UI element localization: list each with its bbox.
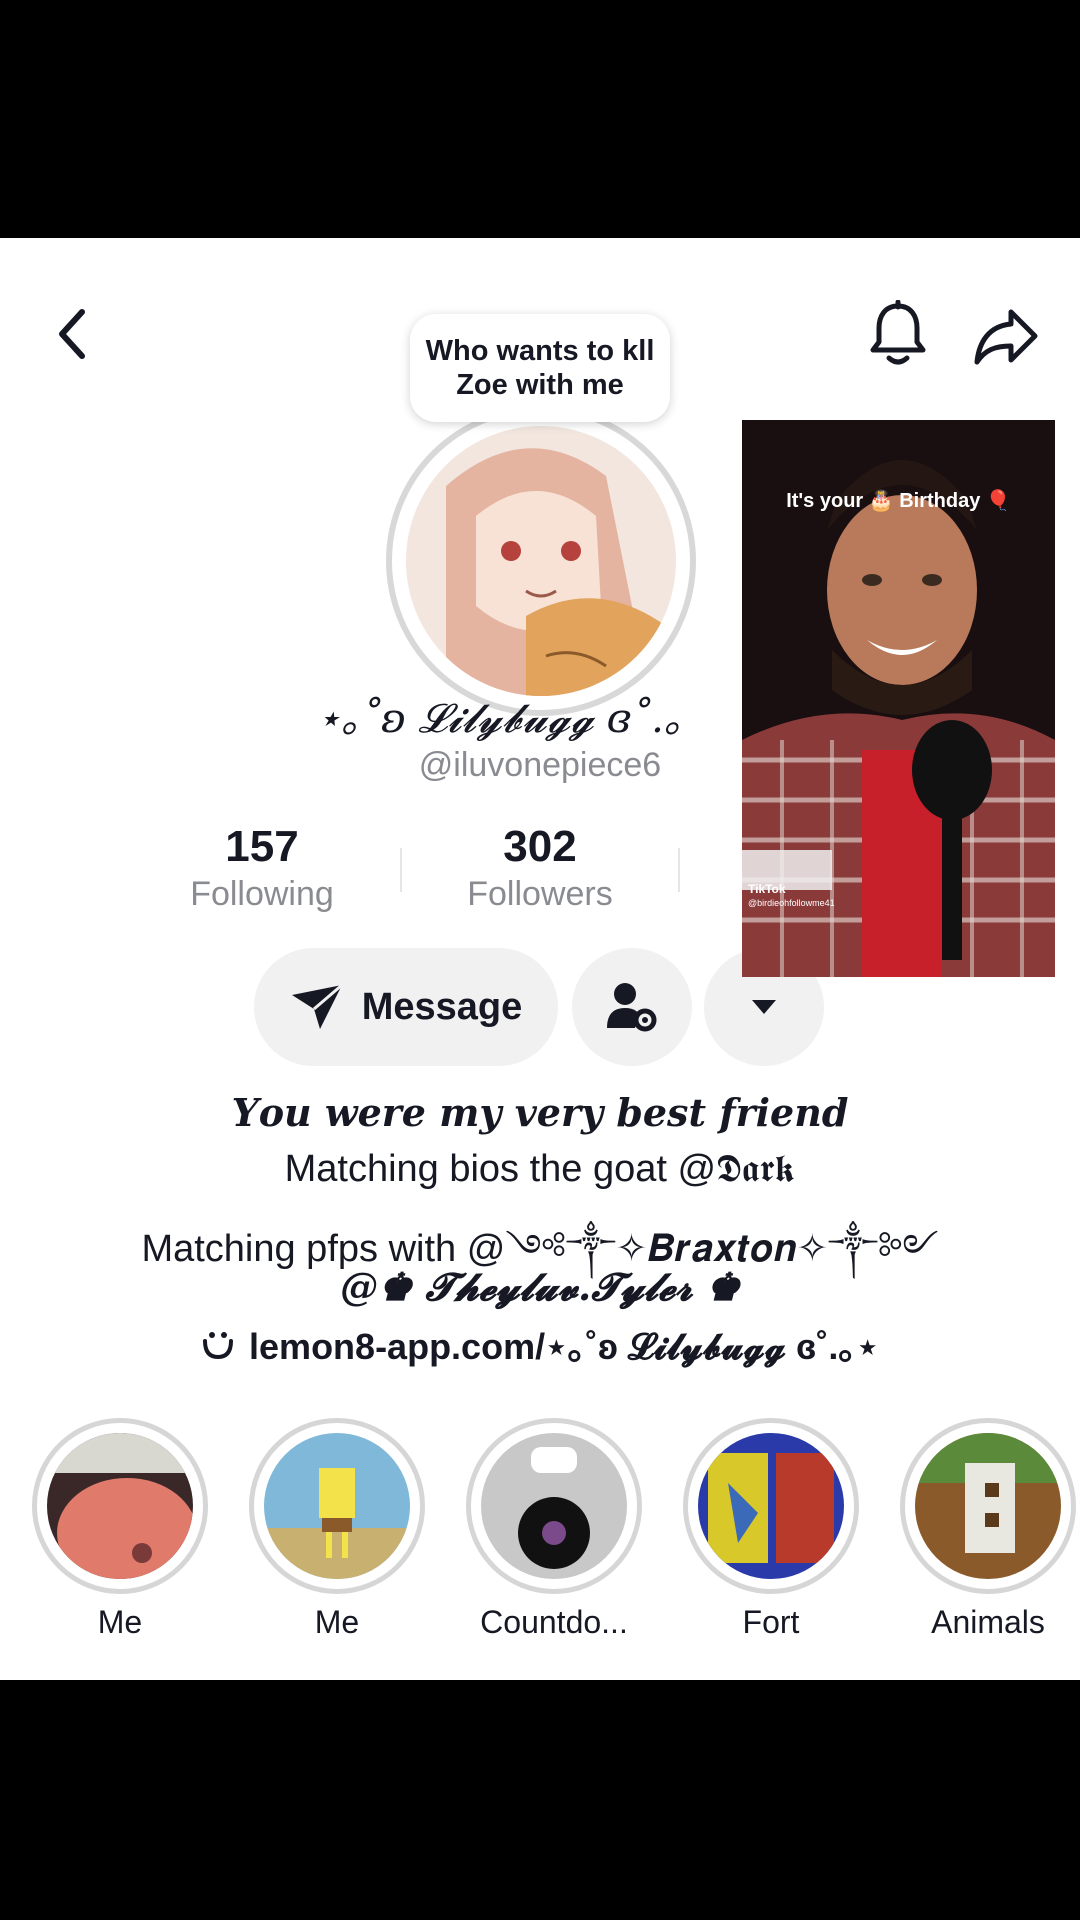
profile-avatar[interactable] [386, 406, 696, 716]
following-count: 157 [225, 822, 299, 871]
highlight-cover [481, 1433, 627, 1579]
bio-line: @♚ 𝓣𝓱𝓮𝔂𝓵𝓾𝓿.𝓣𝔂𝓵𝓮𝓻 ♚ [340, 1264, 740, 1309]
bio-link-text: lemon8-app.com/⋆｡˚ʚ 𝓛𝓲𝓵𝔂𝓫𝓾𝓰𝓰 ɞ˚.｡⋆ [249, 1326, 879, 1367]
highlight-item[interactable]: Countdo... [466, 1418, 642, 1641]
highlight-item[interactable]: Fort [683, 1418, 859, 1641]
following-label: Following [190, 875, 334, 913]
profile-note-bubble[interactable]: Who wants to kll Zoe with me [410, 314, 670, 422]
share-arrow-icon [974, 309, 1038, 365]
highlight-label: Animals [931, 1604, 1045, 1640]
following-stat[interactable]: 157 Following [142, 822, 382, 916]
highlight-ring [900, 1418, 1076, 1594]
stat-divider [678, 848, 680, 892]
highlight-ring [32, 1418, 208, 1594]
display-name: ⋆｡˚ʚ 𝓛𝓲𝓵𝔂𝓫𝓾𝓰𝓰 ɞ˚.｡ [316, 696, 684, 742]
highlight-cover [698, 1433, 844, 1579]
highlight-item[interactable]: Me [32, 1418, 208, 1641]
bio-line: 𝒀𝒐𝒖 𝒘𝒆𝒓𝒆 𝒎𝒚 𝒗𝒆𝒓𝒚 𝒃𝒆𝒔𝒕 𝒇𝒓𝒊𝒆𝒏𝒅 [231, 1090, 849, 1135]
followers-label: Followers [467, 875, 613, 913]
highlight-ring [249, 1418, 425, 1594]
highlight-label: Fort [742, 1604, 800, 1640]
stat-divider [400, 848, 402, 892]
highlight-item[interactable]: Me [249, 1418, 425, 1641]
link-icon [203, 1332, 234, 1360]
highlight-item[interactable]: Animals [900, 1418, 1076, 1641]
highlight-label: Me [97, 1604, 143, 1640]
followers-count: 302 [503, 822, 577, 871]
watermark-brand: TikTok [748, 882, 786, 896]
bio-line: Matching bios the goat @𝕯𝖆𝖗𝖐 [284, 1148, 796, 1190]
add-friend-button[interactable] [572, 948, 692, 1066]
notification-button[interactable] [860, 296, 936, 372]
back-button[interactable] [40, 302, 104, 366]
highlight-cover [915, 1433, 1061, 1579]
bio-link[interactable]: lemon8-app.com/⋆｡˚ʚ 𝓛𝓲𝓵𝔂𝓫𝓾𝓰𝓰 ɞ˚.｡⋆ [100, 1318, 980, 1370]
watermark-user: @birdieohfollowme41 [748, 898, 835, 908]
highlights-row: Me Me Countdo... Fort Animals [0, 1418, 1080, 1648]
highlight-label: Me [314, 1604, 360, 1640]
highlight-cover [264, 1433, 410, 1579]
chevron-left-icon [59, 309, 85, 359]
message-label: Message [361, 985, 523, 1028]
share-button[interactable] [968, 298, 1044, 374]
bell-icon [870, 300, 926, 365]
highlight-ring [466, 1418, 642, 1594]
pip-caption: It's your 🎂 Birthday 🎈 [786, 490, 1011, 512]
caret-down-icon [752, 1000, 776, 1014]
avatar-image [406, 426, 676, 696]
message-button[interactable]: Message [254, 948, 558, 1066]
username-handle: @iluvonepiece6 [418, 746, 662, 784]
send-icon [291, 983, 343, 1029]
highlight-cover [47, 1433, 193, 1579]
pip-video-player[interactable]: It's your 🎂 Birthday 🎈 TikTok @birdieohf… [742, 420, 1055, 977]
person-gear-icon [607, 983, 657, 1032]
tiktok-watermark: TikTok @birdieohfollowme41 [748, 882, 835, 910]
highlight-label: Countdo... [480, 1604, 628, 1640]
highlight-ring [683, 1418, 859, 1594]
profile-screen: Who wants to kll Zoe with me It's your 🎂… [0, 238, 1080, 1680]
followers-stat[interactable]: 302 Followers [420, 822, 660, 916]
